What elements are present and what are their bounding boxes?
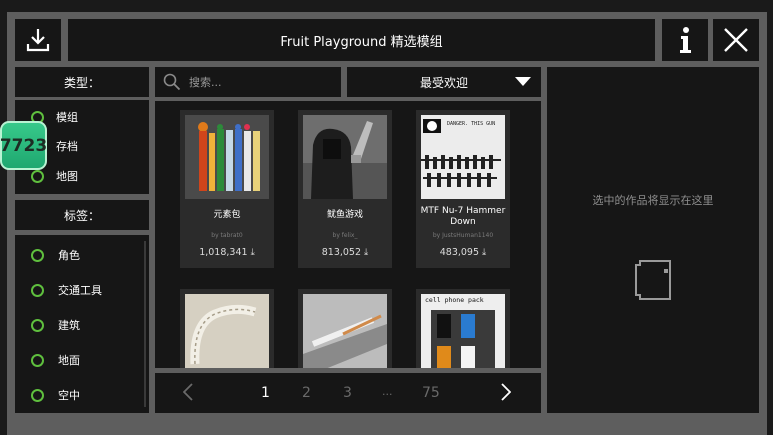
page-last[interactable]: 75 — [422, 385, 440, 401]
item-thumbnail — [185, 294, 269, 368]
thumbnail-text: cell phone pack — [425, 296, 484, 304]
item-thumbnail: DANGER. THIS GUN — [421, 115, 505, 199]
item-title: MTF Nu-7 Hammer Down — [420, 206, 506, 227]
download-icon — [26, 29, 50, 52]
page-3[interactable]: 3 — [343, 385, 352, 401]
preview-panel: 选中的作品将显示在这里 — [547, 67, 759, 413]
item-card[interactable]: 鱿鱼游戏 by felix_ 813,052 ⤓ — [298, 110, 392, 268]
search-input[interactable] — [189, 75, 329, 89]
tag-option-label: 角色 — [58, 249, 80, 262]
item-downloads: 483,095 ⤓ — [439, 247, 487, 258]
chevron-right-icon — [501, 383, 512, 401]
tag-option-vehicle[interactable]: 交通工具 — [31, 282, 102, 298]
tag-option-air[interactable]: 空中 — [31, 387, 80, 403]
type-option-label: 模组 — [56, 111, 78, 124]
chevron-left-icon — [182, 383, 193, 401]
tag-option-label: 交通工具 — [58, 284, 102, 297]
radio-icon — [31, 169, 44, 183]
item-author: by tabrat0 — [211, 232, 243, 239]
item-downloads: 813,052 ⤓ — [321, 247, 369, 258]
item-title: 元素包 — [213, 210, 241, 220]
sort-dropdown[interactable]: 最受欢迎 — [347, 67, 541, 97]
item-card[interactable]: DANGER. THIS GUN MTF Nu-7 Hammer Down by — [416, 110, 510, 268]
item-card[interactable]: cell phone pack — [416, 289, 510, 368]
tag-filter-list: 角色 交通工具 建筑 地面 空中 — [15, 235, 149, 413]
item-card[interactable]: 元素包 by tabrat0 1,018,341 ⤓ — [180, 110, 274, 268]
tag-option-label: 建筑 — [58, 319, 80, 332]
item-thumbnail — [303, 294, 387, 368]
tag-scrollbar[interactable] — [144, 241, 146, 407]
item-card[interactable] — [298, 289, 392, 368]
page-2[interactable]: 2 — [302, 385, 311, 401]
close-button[interactable] — [713, 19, 759, 61]
app-badge[interactable]: 7723 — [0, 121, 47, 170]
radio-icon — [31, 248, 44, 262]
close-icon — [724, 28, 748, 52]
radio-icon — [31, 283, 44, 297]
tag-header-label: 标签： — [63, 208, 100, 223]
item-thumbnail — [185, 115, 269, 199]
radio-icon — [31, 353, 44, 367]
page-ellipsis: ··· — [382, 388, 393, 401]
tag-header: 标签： — [15, 200, 149, 230]
type-option-map[interactable]: 地图 — [31, 168, 78, 184]
type-header: 类型： — [15, 67, 149, 97]
badge-label: 7723 — [0, 135, 48, 156]
tag-option-ground[interactable]: 地面 — [31, 352, 80, 368]
item-author: by felix_ — [332, 232, 358, 239]
info-button[interactable] — [662, 19, 708, 61]
info-icon — [680, 27, 691, 53]
pagination: 1 2 3 ··· 75 — [155, 373, 541, 413]
item-card[interactable] — [180, 289, 274, 368]
preview-placeholder: 选中的作品将显示在这里 — [592, 194, 714, 207]
caret-down-icon — [515, 77, 531, 86]
type-option-label: 地图 — [56, 170, 78, 183]
item-grid: 元素包 by tabrat0 1,018,341 ⤓ 鱿鱼游戏 by felix… — [155, 101, 541, 368]
sort-selected: 最受欢迎 — [419, 75, 468, 90]
item-thumbnail: cell phone pack — [421, 294, 505, 368]
tag-option-label: 地面 — [58, 354, 80, 367]
title-text: Fruit Playground 精选模组 — [280, 34, 443, 50]
prev-page-button[interactable] — [182, 383, 193, 405]
tag-option-building[interactable]: 建筑 — [31, 317, 80, 333]
type-option-label: 存档 — [56, 140, 78, 153]
search-icon — [163, 73, 181, 91]
thumbnail-text: DANGER. THIS GUN — [447, 121, 495, 127]
tag-option-label: 空中 — [58, 389, 80, 402]
download-button[interactable] — [15, 19, 61, 61]
item-downloads: 1,018,341 ⤓ — [199, 247, 255, 258]
radio-icon — [31, 318, 44, 332]
item-title: 鱿鱼游戏 — [326, 210, 363, 220]
tag-option-character[interactable]: 角色 — [31, 247, 80, 263]
radio-icon — [31, 388, 44, 402]
next-page-button[interactable] — [501, 383, 512, 405]
item-thumbnail — [303, 115, 387, 199]
search-bar — [155, 67, 341, 97]
item-author: by JustsHuman1140 — [432, 232, 494, 239]
window-title: Fruit Playground 精选模组 — [68, 19, 655, 61]
page-1[interactable]: 1 — [261, 385, 270, 401]
type-header-label: 类型： — [63, 75, 100, 90]
item-placeholder-icon — [635, 260, 671, 300]
